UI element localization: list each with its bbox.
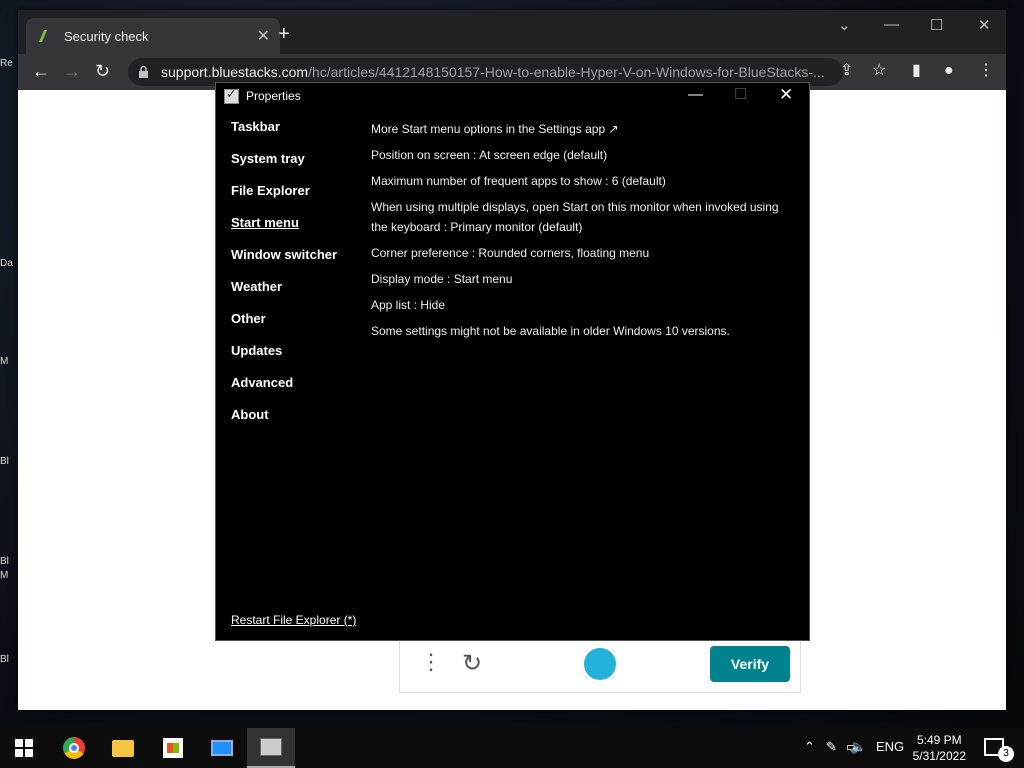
properties-title: Properties	[246, 89, 301, 103]
chrome-icon	[63, 737, 85, 759]
clock-date: 5/31/2022	[912, 749, 966, 763]
setting-frequent-apps[interactable]: Maximum number of frequent apps to show …	[371, 168, 796, 194]
desktop-icon-fragment[interactable]: M	[0, 570, 18, 581]
settings-availability-note: Some settings might not be available in …	[371, 324, 730, 338]
url-path: /hc/articles/4412148150157-How-to-enable…	[308, 64, 825, 80]
hcaptcha-logo-icon	[584, 648, 616, 680]
taskbar-properties[interactable]	[247, 728, 295, 768]
close-window-button[interactable]: ✕	[978, 16, 991, 34]
taskbar-remote-desktop[interactable]	[202, 728, 242, 768]
properties-app-icon	[224, 86, 239, 104]
forward-button[interactable]: →	[63, 60, 81, 82]
desktop-icon-fragment[interactable]: Da	[0, 258, 18, 269]
share-icon[interactable]: ⇪	[840, 61, 853, 81]
desktop-icon-fragment[interactable]: Bl	[0, 654, 18, 665]
properties-window: Properties — ☐ ✕ Taskbar System tray Fil…	[215, 82, 810, 641]
pen-icon[interactable]: ✎	[826, 739, 837, 755]
new-tab-button[interactable]: +	[278, 24, 290, 44]
back-button[interactable]: ←	[32, 60, 50, 82]
setting-position-on-screen[interactable]: Position on screen : At screen edge (def…	[371, 142, 796, 168]
system-clock[interactable]: 5:49 PM 5/31/2022	[913, 732, 966, 764]
desktop-icon-fragment[interactable]: M	[0, 356, 18, 367]
sidebar-item-updates[interactable]: Updates	[231, 343, 337, 375]
setting-app-list[interactable]: App list : Hide	[371, 292, 796, 318]
properties-sidebar: Taskbar System tray File Explorer Start …	[231, 119, 337, 439]
store-icon	[163, 738, 183, 758]
close-button[interactable]: ✕	[779, 85, 793, 105]
sidebar-item-taskbar[interactable]: Taskbar	[231, 119, 337, 151]
clock-time: 5:49 PM	[916, 733, 962, 747]
taskbar-file-explorer[interactable]	[103, 728, 143, 768]
volume-icon[interactable]: 🔈	[850, 739, 866, 755]
side-panel-icon[interactable]: ▮	[912, 61, 921, 81]
windows-logo-icon	[15, 739, 33, 757]
sidebar-item-window-switcher[interactable]: Window switcher	[231, 247, 337, 279]
browser-tab[interactable]: Security check ✕	[26, 18, 280, 54]
language-indicator[interactable]: ENG	[876, 739, 904, 755]
taskbar-store[interactable]	[153, 728, 193, 768]
captcha-footer: ⋮ ↻ Verify	[400, 636, 800, 692]
properties-app-icon	[260, 738, 282, 756]
tab-title: Security check	[64, 28, 149, 44]
taskbar-chrome[interactable]	[54, 728, 94, 768]
setting-corner-preference[interactable]: Corner preference : Rounded corners, flo…	[371, 240, 796, 266]
setting-multiple-displays[interactable]: When using multiple displays, open Start…	[371, 194, 796, 240]
verify-button[interactable]: Verify	[710, 646, 790, 682]
refresh-icon[interactable]: ↻	[462, 651, 482, 677]
tab-strip: Security check ✕ + ⌄ — ☐ ✕	[18, 10, 1006, 54]
maximize-button[interactable]: ☐	[930, 16, 943, 34]
minimize-button[interactable]: —	[688, 85, 703, 105]
notification-count-badge: 3	[998, 746, 1014, 762]
lock-icon	[139, 66, 148, 78]
site-favicon-icon	[39, 30, 47, 42]
taskbar: ⌃ ✎ ▭ 🔈 ENG 5:49 PM 5/31/2022 3	[0, 728, 1024, 768]
desktop-icon-fragment[interactable]: Re	[0, 58, 18, 69]
more-options-icon[interactable]: ⋮	[420, 649, 442, 675]
sidebar-item-weather[interactable]: Weather	[231, 279, 337, 311]
maximize-button[interactable]: ☐	[734, 85, 747, 105]
sidebar-item-about[interactable]: About	[231, 407, 337, 439]
folder-icon	[112, 739, 134, 757]
star-icon[interactable]: ☆	[872, 61, 886, 81]
properties-titlebar: Properties — ☐ ✕	[216, 83, 809, 109]
show-hidden-icons-button[interactable]: ⌃	[804, 739, 815, 755]
desktop-icon-fragment[interactable]: Bl	[0, 456, 18, 467]
setting-display-mode[interactable]: Display mode : Start menu	[371, 266, 796, 292]
profile-icon[interactable]: ●	[944, 61, 954, 81]
start-menu-settings: More Start menu options in the Settings …	[371, 116, 796, 344]
monitor-icon	[211, 740, 233, 756]
minimize-button[interactable]: —	[884, 16, 899, 33]
settings-app-link[interactable]: More Start menu options in the Settings …	[371, 116, 796, 142]
close-tab-icon[interactable]: ✕	[257, 26, 270, 46]
sidebar-item-other[interactable]: Other	[231, 311, 337, 343]
url-host: support.bluestacks.com	[161, 64, 309, 80]
sidebar-item-advanced[interactable]: Advanced	[231, 375, 337, 407]
desktop-icon-fragment[interactable]: Bl	[0, 556, 18, 567]
tab-search-icon[interactable]: ⌄	[838, 16, 851, 34]
reload-button[interactable]: ↻	[95, 60, 110, 82]
sidebar-item-system-tray[interactable]: System tray	[231, 151, 337, 183]
sidebar-item-start-menu[interactable]: Start menu	[231, 215, 337, 247]
start-button[interactable]	[4, 728, 44, 768]
restart-file-explorer-link[interactable]: Restart File Explorer (*)	[231, 613, 356, 627]
menu-icon[interactable]: ⋮	[978, 61, 994, 81]
sidebar-item-file-explorer[interactable]: File Explorer	[231, 183, 337, 215]
